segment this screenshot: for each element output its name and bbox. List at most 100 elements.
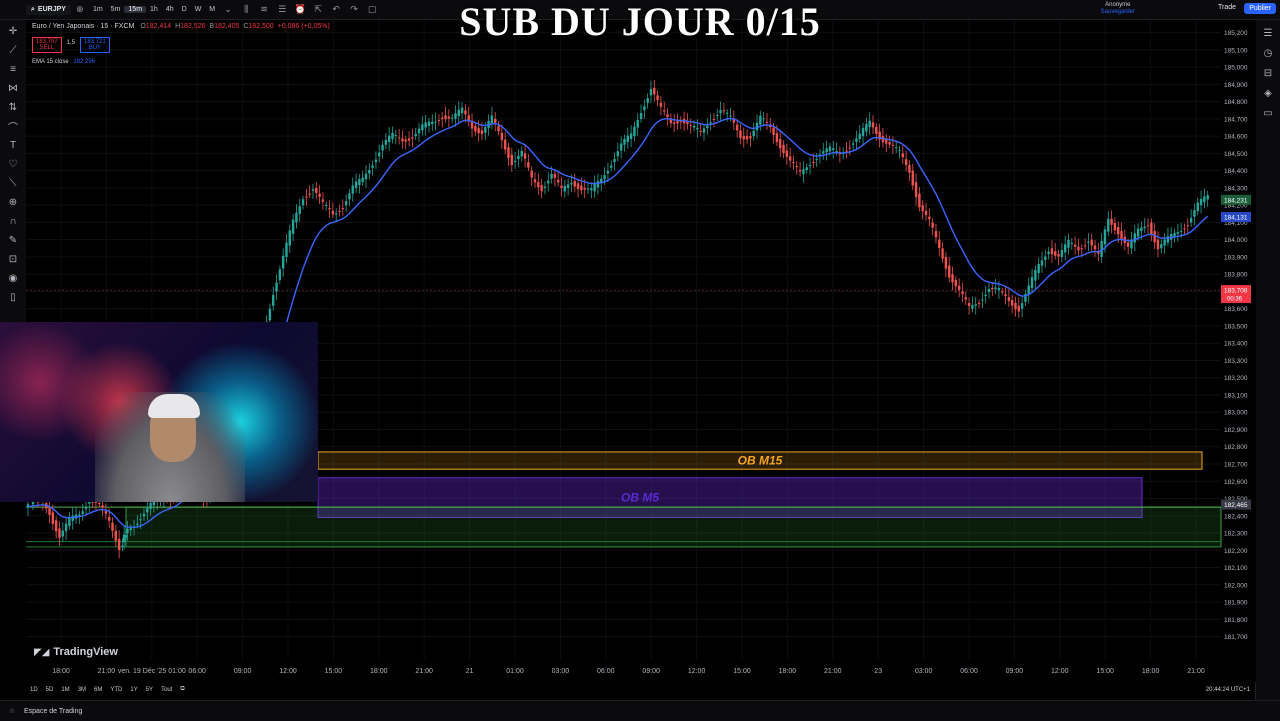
indicators-icon[interactable]: ≋ [257,3,271,17]
brush-icon[interactable]: ⌒ [6,119,20,134]
price-tag-top: 184,231 [1224,197,1248,204]
candle-body [1150,222,1153,235]
price-tick-label: 184,900 [1224,82,1248,89]
candle-body [464,110,467,115]
layers-icon[interactable]: ◈ [1261,86,1275,100]
compare-icon[interactable]: ⊕ [73,3,87,17]
undo-icon[interactable]: ↶ [329,3,343,17]
eye-icon[interactable]: ◉ [6,271,20,285]
workspace-tab[interactable]: Espace de Trading [24,708,82,715]
candle-body [407,138,411,141]
interval-1h[interactable]: 1h [146,6,162,13]
trade-button[interactable]: Trade [1218,4,1236,11]
trash-icon[interactable]: ▯ [6,290,20,304]
candle-body [782,144,785,154]
hotlist-icon[interactable]: ⊟ [1261,66,1275,80]
candle-body [1103,229,1107,245]
buy-button[interactable]: 183,721 BUY [80,37,110,53]
interval-d[interactable]: D [178,6,191,13]
zoom-icon[interactable]: ⊕ [6,195,20,209]
candle-body [285,242,288,257]
range-1m[interactable]: 1M [57,687,73,693]
utc-clock[interactable]: 20:44:24 UTC+1 [1206,687,1250,693]
interval-15m[interactable]: 15m [124,6,147,13]
forecast-icon[interactable]: ⇅ [6,100,20,114]
text-icon[interactable]: T [6,138,20,152]
range-5y[interactable]: 5Y [142,687,157,693]
fullscreen-icon[interactable]: ▢ [365,3,379,17]
range-ytd[interactable]: YTD [106,687,126,693]
candle-body [503,139,507,150]
candle-body [653,87,656,95]
redo-icon[interactable]: ↷ [347,3,361,17]
candle-body [987,288,991,293]
star-icon[interactable]: ☆ [0,707,24,715]
layout-icon[interactable]: ☰ [275,3,289,17]
candle-body [646,98,649,103]
interval-w[interactable]: W [191,6,206,13]
range-all[interactable]: Tout [157,687,176,693]
sell-button[interactable]: 183,707 SELL [32,37,62,53]
candle-body [712,118,716,120]
candle-body [921,205,924,212]
candle-body [421,124,424,131]
pattern-icon[interactable]: ⋈ [6,81,20,95]
price-tick-label: 185,000 [1224,65,1248,72]
candle-body [494,118,497,123]
price-tick-label: 183,200 [1224,375,1248,382]
candle-body [305,196,308,198]
range-5d[interactable]: 5D [42,687,58,693]
pencil-icon[interactable]: ✎ [6,233,20,247]
ema-legend[interactable]: EMA 15 close 182,296 [32,59,95,65]
price-tick-label: 182,400 [1224,513,1248,520]
account-menu[interactable]: Anonyme Sauvegarder [1101,2,1135,16]
replay-icon[interactable]: ⇱ [311,3,325,17]
interval-5m[interactable]: 5m [107,6,125,13]
price-tick-label: 184,600 [1224,134,1248,141]
publish-button[interactable]: Publier [1244,3,1276,14]
candle-body [149,502,152,509]
clock-icon[interactable]: ◷ [1261,46,1275,60]
price-tag-ema: 184,131 [1224,215,1248,222]
magnet-icon[interactable]: ∩ [6,214,20,228]
date-range-icon[interactable]: ⧉ [176,686,188,693]
fib-icon[interactable]: ≡ [6,62,20,76]
bar-style-icon[interactable]: ⫼ [239,3,253,17]
series-name[interactable]: Euro / Yen Japonais · 15 · FXCM [32,23,134,30]
candle-body [1073,244,1077,247]
candle-body [918,193,921,208]
symbol-search[interactable]: ⌕ EURJPY [26,4,71,15]
candle-body [424,122,427,128]
candle-body [315,187,318,193]
chat-icon[interactable]: ▭ [1261,106,1275,120]
time-tick-label: 06:00 [960,668,978,675]
trendline-icon[interactable]: ⟋ [6,43,20,57]
candle-body [54,520,58,532]
candle-body [875,126,878,134]
candle-body [490,115,494,124]
range-1d[interactable]: 1D [26,687,42,693]
zone-label: OB M15 [738,454,783,468]
lock-icon[interactable]: ⊡ [6,252,20,266]
candle-body [967,302,971,307]
interval-m[interactable]: M [205,6,219,13]
candle-body [1063,244,1067,253]
range-6m[interactable]: 6M [90,687,106,693]
ema-label: EMA 15 close [32,59,69,65]
crosshair-icon[interactable]: ✛ [6,24,20,38]
candle-body [414,133,417,137]
alert-icon[interactable]: ⏰ [293,3,307,17]
range-1y[interactable]: 1Y [126,687,141,693]
heart-icon[interactable]: ♡ [6,157,20,171]
chevron-down-icon[interactable]: ⌄ [221,3,235,17]
candle-body [623,138,626,145]
interval-1m[interactable]: 1m [89,6,107,13]
ruler-icon[interactable]: ⟍ [6,176,20,190]
time-tick-label: 18:00 [370,668,388,675]
range-3m[interactable]: 3M [74,687,90,693]
time-tick-label: 06:00 [188,668,206,675]
tradingview-mark-icon: ◤◢ [34,646,50,658]
watchlist-icon[interactable]: ☰ [1261,26,1275,40]
interval-4h[interactable]: 4h [162,6,178,13]
candle-body [1176,232,1180,234]
